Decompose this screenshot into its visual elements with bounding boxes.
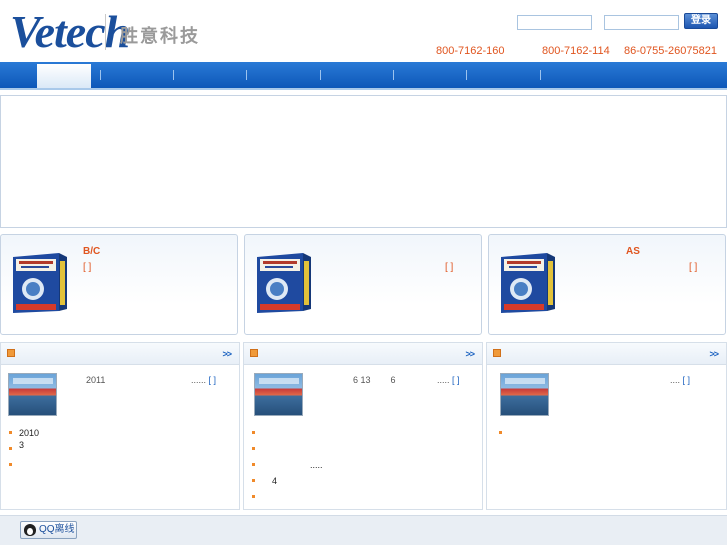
- list-item-text: 4: [272, 476, 278, 486]
- detail-link[interactable]: [ ]: [209, 375, 217, 385]
- qq-status-label: QQ离线: [39, 524, 75, 535]
- news-column-1: >> 2011 ...... [ ] 2010 3: [0, 342, 240, 510]
- list-item[interactable]: [252, 443, 262, 459]
- more-link[interactable]: >>: [222, 349, 231, 359]
- ellipsis-text: ......: [191, 375, 207, 385]
- news-thumbnail[interactable]: [254, 373, 303, 416]
- login-button[interactable]: 登录: [684, 13, 718, 29]
- product-card-2[interactable]: [ ]: [244, 234, 482, 335]
- username-input[interactable]: [517, 15, 592, 30]
- banner-area: [0, 95, 727, 228]
- product-card-3[interactable]: AS [ ]: [488, 234, 726, 335]
- list-item-text: 2010 3: [19, 428, 40, 450]
- news-headline[interactable]: 2011: [86, 375, 105, 385]
- list-item[interactable]: [9, 459, 19, 475]
- site-header: Vetech 胜意科技 登录 800-7162-160 800-7162-114…: [0, 0, 727, 62]
- news-headline-more[interactable]: ...... [ ]: [191, 375, 216, 385]
- news-column-header: >>: [1, 343, 239, 365]
- footer-bar: QQ离线: [0, 515, 727, 545]
- news-headline[interactable]: 6 13 6: [353, 375, 396, 385]
- nav-separator: [540, 70, 541, 80]
- bullet-icon: [9, 463, 12, 466]
- phone-number-2: 800-7162-114: [542, 45, 610, 57]
- logo[interactable]: Vetech: [10, 9, 130, 56]
- section-icon: [7, 349, 15, 357]
- qq-penguin-icon: [24, 524, 36, 536]
- more-link[interactable]: >>: [709, 349, 718, 359]
- nav-separator: [466, 70, 467, 80]
- list-item[interactable]: [252, 491, 262, 507]
- news-column-header: >>: [487, 343, 726, 365]
- news-thumbnail[interactable]: [8, 373, 57, 416]
- password-input[interactable]: [604, 15, 679, 30]
- product-title: B/C: [83, 246, 101, 257]
- news-column-2: >> 6 13 6 ..... [ ] ..... 4: [243, 342, 483, 510]
- news-headline-more[interactable]: ..... [ ]: [437, 375, 460, 385]
- bullet-icon: [499, 431, 502, 434]
- bullet-icon: [252, 479, 255, 482]
- list-item[interactable]: [252, 427, 262, 443]
- product-more-link[interactable]: [ ]: [445, 262, 453, 273]
- bullet-icon: [252, 463, 255, 466]
- phone-number-1: 800-7162-160: [436, 45, 505, 57]
- phone-number-3: 86-0755-26075821: [624, 45, 717, 57]
- bullet-icon: [252, 431, 255, 434]
- news-list: [499, 427, 509, 443]
- bullet-icon: [9, 431, 12, 434]
- qq-status-button[interactable]: QQ离线: [20, 521, 77, 539]
- nav-separator: [246, 70, 247, 80]
- list-item[interactable]: [499, 427, 509, 443]
- more-link[interactable]: >>: [465, 349, 474, 359]
- software-box-image: [257, 253, 311, 313]
- list-item[interactable]: 4: [252, 475, 277, 491]
- section-icon: [493, 349, 501, 357]
- page: Vetech 胜意科技 登录 800-7162-160 800-7162-114…: [0, 0, 727, 545]
- list-item[interactable]: 2010 3: [9, 427, 39, 450]
- bullet-icon: [9, 447, 12, 450]
- list-item[interactable]: [9, 443, 19, 459]
- nav-separator: [100, 70, 101, 80]
- nav-separator: [393, 70, 394, 80]
- news-list: 2010 3: [9, 427, 39, 475]
- news-thumbnail[interactable]: [500, 373, 549, 416]
- detail-link[interactable]: [ ]: [452, 375, 460, 385]
- nav-item-home[interactable]: [37, 64, 91, 88]
- product-more-link[interactable]: [ ]: [83, 262, 91, 273]
- list-item[interactable]: .....: [252, 459, 323, 475]
- product-card-1[interactable]: B/C [ ]: [0, 234, 238, 335]
- main-nav: [0, 62, 727, 90]
- list-item-text: .....: [310, 460, 323, 470]
- bullet-icon: [252, 447, 255, 450]
- product-title: AS: [626, 246, 640, 257]
- software-box-image: [501, 253, 555, 313]
- software-box-image: [13, 253, 67, 313]
- nav-separator: [173, 70, 174, 80]
- ellipsis-text: .....: [437, 375, 450, 385]
- news-list: ..... 4: [252, 427, 323, 507]
- ellipsis-text: ....: [670, 375, 681, 385]
- logo-divider: [105, 14, 106, 50]
- nav-separator: [320, 70, 321, 80]
- logo-chinese-name: 胜意科技: [120, 26, 200, 46]
- detail-link[interactable]: [ ]: [683, 375, 691, 385]
- news-column-header: >>: [244, 343, 482, 365]
- section-icon: [250, 349, 258, 357]
- news-column-3: >> .... [ ]: [486, 342, 727, 510]
- logo-text: Vetech: [10, 6, 130, 57]
- bullet-icon: [252, 495, 255, 498]
- news-headline-more[interactable]: .... [ ]: [670, 375, 690, 385]
- product-more-link[interactable]: [ ]: [689, 262, 697, 273]
